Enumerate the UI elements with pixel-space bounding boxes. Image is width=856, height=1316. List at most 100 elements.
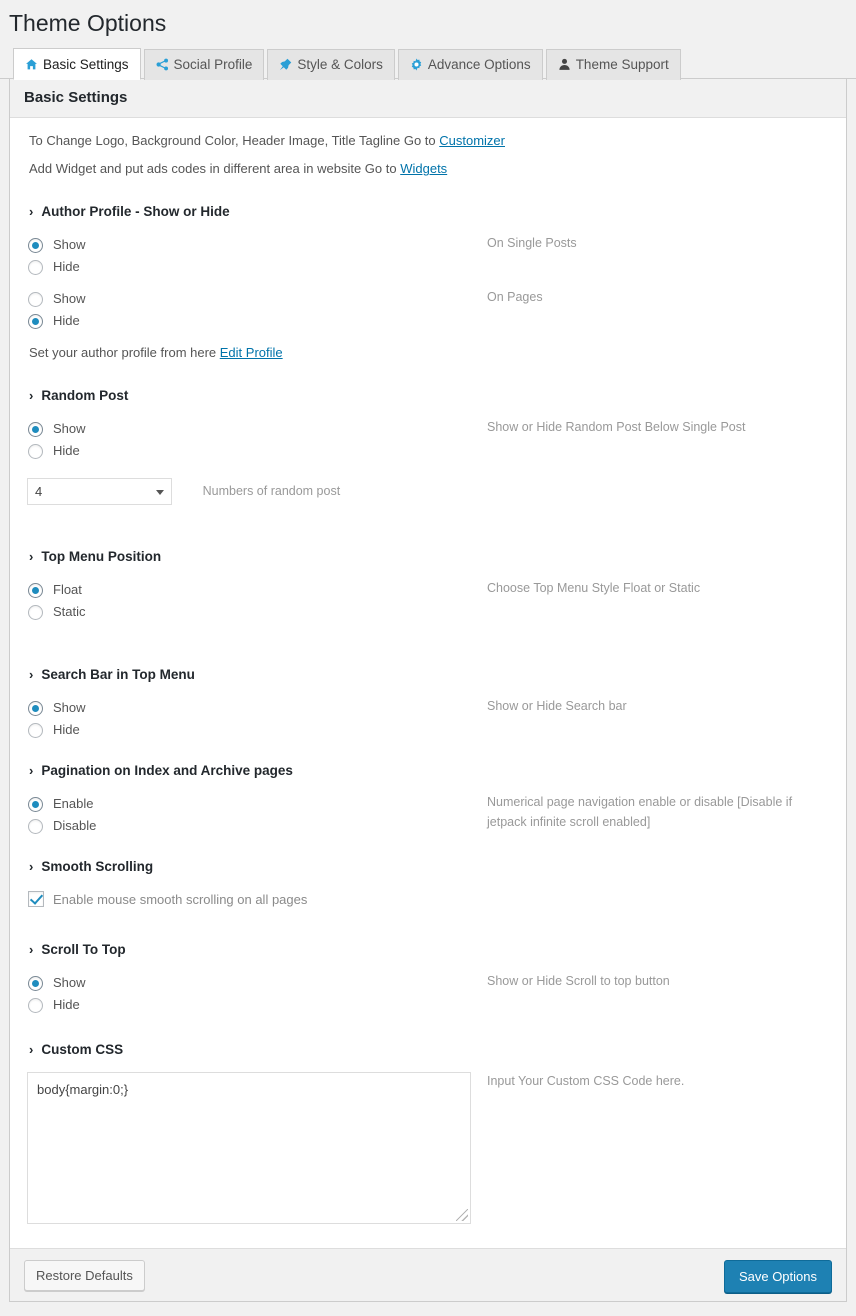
tab-social-profile[interactable]: Social Profile (143, 48, 265, 80)
radio-dot (28, 605, 43, 621)
radio-scroll-top-show[interactable]: Show (27, 972, 482, 994)
edit-profile-text: Set your author profile from here (29, 345, 220, 361)
radio-label: Hide (53, 996, 80, 1012)
section-title-text: Author Profile - Show or Hide (41, 203, 230, 219)
tab-theme-support[interactable]: Theme Support (545, 48, 681, 80)
section-title: › Custom CSS (29, 1042, 829, 1058)
section-pagination: › Pagination on Index and Archive pages E… (27, 763, 829, 837)
tab-basic-settings[interactable]: Basic Settings (13, 47, 141, 80)
description-text: Input Your Custom CSS Code here. (487, 1074, 685, 1089)
edit-profile-line: Set your author profile from here Edit P… (29, 344, 829, 362)
description-text: Show or Hide Search bar (487, 699, 627, 714)
chevron-right-icon: › (29, 1041, 34, 1057)
section-title: › Top Menu Position (29, 549, 829, 565)
tab-advance-options[interactable]: Advance Options (397, 48, 543, 80)
chevron-right-icon: › (29, 941, 34, 957)
edit-profile-link[interactable]: Edit Profile (220, 345, 283, 360)
section-title-text: Search Bar in Top Menu (41, 667, 195, 683)
section-author-profile: › Author Profile - Show or Hide Show Hide… (27, 204, 829, 362)
customizer-link[interactable]: Customizer (439, 133, 505, 148)
radio-dot (28, 292, 43, 308)
widgets-link[interactable]: Widgets (400, 161, 447, 176)
chevron-down-icon (156, 489, 164, 495)
tab-label: Advance Options (427, 56, 531, 72)
section-title-text: Custom CSS (41, 1041, 124, 1057)
panel-body: To Change Logo, Background Color, Header… (10, 117, 846, 1249)
panel-footer: Restore Defaults Save Options (10, 1248, 846, 1302)
radio-label: Enable (53, 796, 94, 812)
radio-label: Show (53, 420, 86, 436)
radio-dot (28, 701, 43, 717)
radio-random-post-show[interactable]: Show (27, 418, 482, 440)
radio-search-bar-show[interactable]: Show (27, 697, 482, 719)
author-profile-pages-row: Show Hide On Pages (27, 288, 829, 332)
radio-author-single-show[interactable]: Show (27, 234, 482, 256)
radio-pagination-disable[interactable]: Disable (27, 815, 482, 837)
section-title: › Pagination on Index and Archive pages (29, 763, 829, 779)
tab-bar: Basic Settings Social Profile Style & Co… (0, 47, 856, 80)
custom-css-textarea[interactable]: body{margin:0;} (27, 1072, 471, 1225)
description-text: Choose Top Menu Style Float or Static (487, 581, 701, 596)
radio-label: Show (53, 700, 86, 716)
share-icon (156, 58, 169, 71)
radio-search-bar-hide[interactable]: Hide (27, 719, 482, 741)
intro-text: To Change Logo, Background Color, Header… (29, 132, 440, 148)
radio-top-menu-float[interactable]: Float (27, 579, 482, 601)
radio-random-post-hide[interactable]: Hide (27, 440, 482, 462)
intro-line-widgets: Add Widget and put ads codes in differen… (29, 160, 829, 178)
top-menu-position-row: Float Static Choose Top Menu Style Float… (27, 579, 829, 623)
section-title-text: Scroll To Top (41, 941, 126, 957)
radio-dot (28, 975, 43, 991)
section-title: › Author Profile - Show or Hide (29, 204, 829, 220)
tab-label: Style & Colors (297, 56, 383, 72)
section-title-text: Pagination on Index and Archive pages (41, 763, 293, 779)
pagination-row: Enable Disable Numerical page navigation… (27, 793, 829, 837)
description-text: On Single Posts (487, 236, 577, 251)
random-post-toggle-row: Show Hide Show or Hide Random Post Below… (27, 418, 829, 462)
radio-dot (28, 723, 43, 739)
radio-dot (28, 421, 43, 437)
tab-label: Basic Settings (43, 56, 129, 72)
radio-label: Static (53, 604, 86, 620)
radio-label: Float (53, 582, 82, 598)
restore-defaults-button[interactable]: Restore Defaults (24, 1260, 145, 1292)
radio-dot (28, 583, 43, 599)
section-title-text: Random Post (41, 387, 129, 403)
gear-icon (410, 58, 423, 71)
radio-author-pages-show[interactable]: Show (27, 288, 482, 310)
radio-label: Hide (53, 313, 80, 329)
radio-dot (28, 819, 43, 835)
radio-author-single-hide[interactable]: Hide (27, 256, 482, 278)
section-title: › Scroll To Top (29, 942, 829, 958)
radio-top-menu-static[interactable]: Static (27, 601, 482, 623)
save-options-button[interactable]: Save Options (723, 1260, 832, 1294)
radio-author-pages-hide[interactable]: Hide (27, 310, 482, 332)
resize-handle-icon[interactable] (456, 1209, 468, 1222)
description-text: Show or Hide Random Post Below Single Po… (487, 419, 746, 434)
radio-dot (28, 238, 43, 254)
tab-style-colors[interactable]: Style & Colors (267, 48, 395, 80)
section-title: › Random Post (29, 388, 829, 404)
custom-css-value: body{margin:0;} (37, 1082, 129, 1098)
radio-dot (28, 997, 43, 1013)
section-title: › Smooth Scrolling (29, 859, 829, 875)
tab-label: Theme Support (575, 56, 669, 72)
chevron-right-icon: › (29, 859, 34, 875)
check-icon (28, 890, 44, 907)
person-icon (558, 58, 571, 71)
radio-dot (28, 260, 43, 276)
chevron-right-icon: › (29, 667, 34, 683)
section-top-menu-position: › Top Menu Position Float Static Choose T… (27, 549, 829, 623)
page-title: Theme Options (9, 10, 167, 36)
scroll-to-top-row: Show Hide Show or Hide Scroll to top but… (27, 972, 829, 1016)
checkbox-smooth-scrolling[interactable]: Enable mouse smooth scrolling on all pag… (27, 890, 829, 910)
section-title-text: Smooth Scrolling (41, 859, 154, 875)
chevron-right-icon: › (29, 548, 34, 564)
radio-pagination-enable[interactable]: Enable (27, 793, 482, 815)
section-random-post: › Random Post Show Hide Show or Hide Rand… (27, 388, 829, 505)
radio-label: Show (53, 237, 86, 253)
chevron-right-icon: › (29, 763, 34, 779)
radio-label: Hide (53, 722, 80, 738)
radio-scroll-top-hide[interactable]: Hide (27, 994, 482, 1016)
random-post-count-select[interactable]: 4 (27, 477, 172, 505)
